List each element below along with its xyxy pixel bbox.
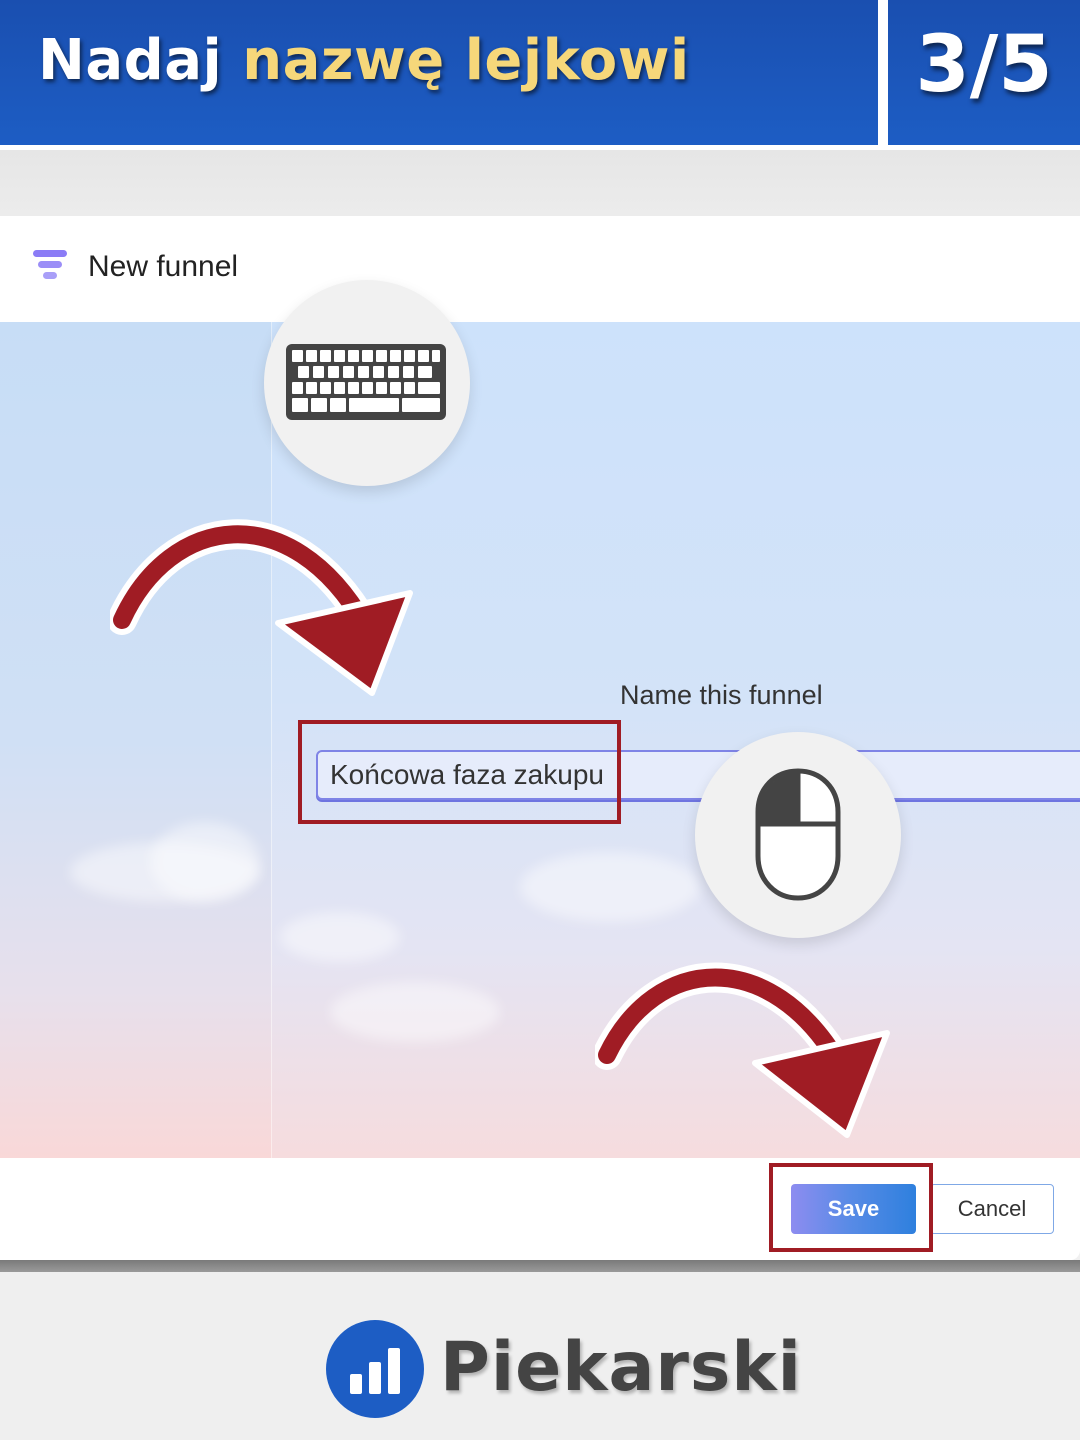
step-counter: 3/5 <box>915 20 1053 110</box>
cloud-decoration <box>150 822 260 902</box>
funnel-icon <box>33 250 67 279</box>
dialog-title: New funnel <box>88 250 239 283</box>
page-title-accent: nazwę lejkowi <box>242 28 690 93</box>
cancel-button[interactable]: Cancel <box>930 1184 1054 1234</box>
left-panel <box>0 322 272 1158</box>
brand-name: Piekarski <box>440 1328 802 1407</box>
keyboard-badge <box>264 280 470 486</box>
dialog-bottom-edge <box>0 1260 1080 1272</box>
mouse-left-click-icon <box>755 768 841 901</box>
header-banner: Nadaj nazwę lejkowi 3/5 <box>0 0 1080 150</box>
dialog-header: New funnel <box>0 216 1080 322</box>
funnel-name-label: Name this funnel <box>620 680 823 710</box>
cloud-decoration <box>520 852 700 922</box>
page-title: Nadaj nazwę lejkowi <box>38 28 690 93</box>
cloud-decoration <box>280 912 400 962</box>
mouse-badge <box>695 732 901 938</box>
brand-logo <box>326 1320 424 1418</box>
step-banner: 3/5 <box>888 0 1080 145</box>
page-title-main: Nadaj <box>38 28 243 93</box>
curved-arrow-icon <box>110 519 413 696</box>
bar-chart-icon <box>350 1348 400 1394</box>
cloud-decoration <box>330 982 500 1042</box>
keyboard-icon <box>286 344 446 420</box>
curved-arrow-icon <box>595 962 890 1138</box>
grey-strip <box>0 150 1080 216</box>
title-banner: Nadaj nazwę lejkowi <box>0 0 878 145</box>
input-highlight-frame <box>298 720 621 824</box>
save-highlight-frame <box>769 1163 933 1252</box>
